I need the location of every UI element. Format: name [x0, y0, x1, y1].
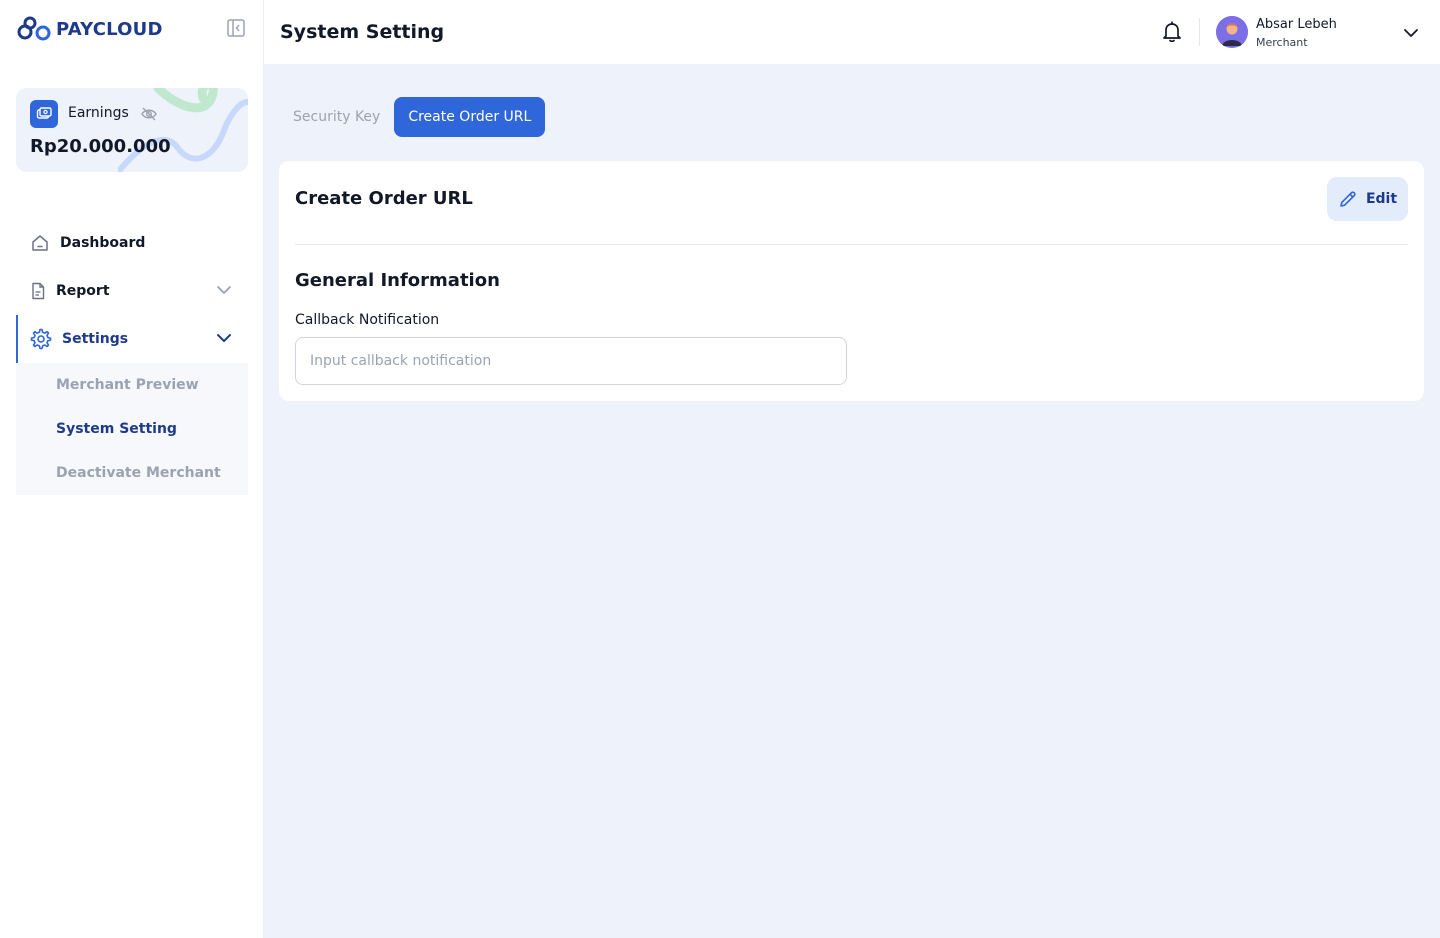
- card-divider: [295, 244, 1408, 245]
- top-header: System Setting Absar Lebeh Merchant: [264, 0, 1440, 64]
- settings-submenu: Merchant Preview System Setting Deactiva…: [16, 363, 248, 495]
- sidebar: PAYCLOUD Earnings Rp20.000.000 Dashboard…: [0, 0, 264, 938]
- user-avatar-icon: [1216, 16, 1248, 48]
- brand-logo[interactable]: PAYCLOUD: [16, 16, 163, 42]
- user-name: Absar Lebeh: [1256, 17, 1337, 32]
- paycloud-logo-icon: [17, 16, 51, 41]
- user-menu-toggle[interactable]: [1402, 24, 1420, 43]
- user-role: Merchant: [1256, 36, 1308, 49]
- header-divider: [1199, 18, 1200, 46]
- section-title: General Information: [295, 270, 500, 291]
- gear-icon: [30, 328, 52, 350]
- sidebar-item-dashboard[interactable]: Dashboard: [16, 219, 248, 267]
- card-title: Create Order URL: [295, 188, 473, 209]
- submenu-item-deactivate-merchant[interactable]: Deactivate Merchant: [16, 451, 248, 495]
- submenu-item-merchant-preview[interactable]: Merchant Preview: [16, 363, 248, 407]
- tab-security-key[interactable]: Security Key: [279, 97, 394, 137]
- create-order-url-card: Create Order URL Edit General Informatio…: [279, 161, 1424, 401]
- eye-off-icon: [141, 107, 157, 121]
- sidebar-collapse-button[interactable]: [226, 18, 246, 38]
- callback-notification-input[interactable]: [295, 337, 847, 385]
- home-icon: [32, 235, 48, 251]
- tab-create-order-url[interactable]: Create Order URL: [394, 97, 546, 137]
- avatar[interactable]: [1216, 16, 1248, 48]
- sidebar-item-label: Report: [56, 283, 110, 299]
- bell-icon: [1163, 21, 1181, 43]
- submenu-item-system-setting[interactable]: System Setting: [16, 407, 248, 451]
- earnings-amount: Rp20.000.000: [30, 136, 171, 157]
- sidebar-collapse-icon: [227, 19, 245, 37]
- callback-notification-label: Callback Notification: [295, 312, 440, 328]
- edit-button[interactable]: Edit: [1327, 177, 1408, 221]
- wallet-icon: [30, 100, 58, 128]
- settings-tabs: Security Key Create Order URL: [279, 97, 546, 137]
- earnings-card: Earnings Rp20.000.000: [16, 88, 248, 172]
- pencil-icon: [1340, 191, 1356, 207]
- sidebar-item-report[interactable]: Report: [16, 267, 248, 315]
- edit-button-label: Edit: [1365, 191, 1398, 207]
- sidebar-item-label: Dashboard: [60, 235, 146, 251]
- page-title: System Setting: [280, 21, 445, 43]
- brand-name: PAYCLOUD: [56, 18, 163, 40]
- hide-balance-button[interactable]: [140, 105, 158, 127]
- earnings-label: Earnings: [68, 105, 129, 121]
- sidebar-nav: Dashboard Report Settings Merchant Previ…: [16, 219, 248, 495]
- earnings-decoration: [118, 88, 248, 172]
- chevron-down-icon: [217, 286, 231, 294]
- document-icon: [32, 282, 45, 300]
- sidebar-item-settings[interactable]: Settings: [16, 315, 248, 363]
- chevron-down-icon: [217, 334, 231, 342]
- chevron-down-icon: [1404, 29, 1418, 37]
- sidebar-item-label: Settings: [62, 331, 129, 347]
- notification-button[interactable]: [1162, 21, 1182, 47]
